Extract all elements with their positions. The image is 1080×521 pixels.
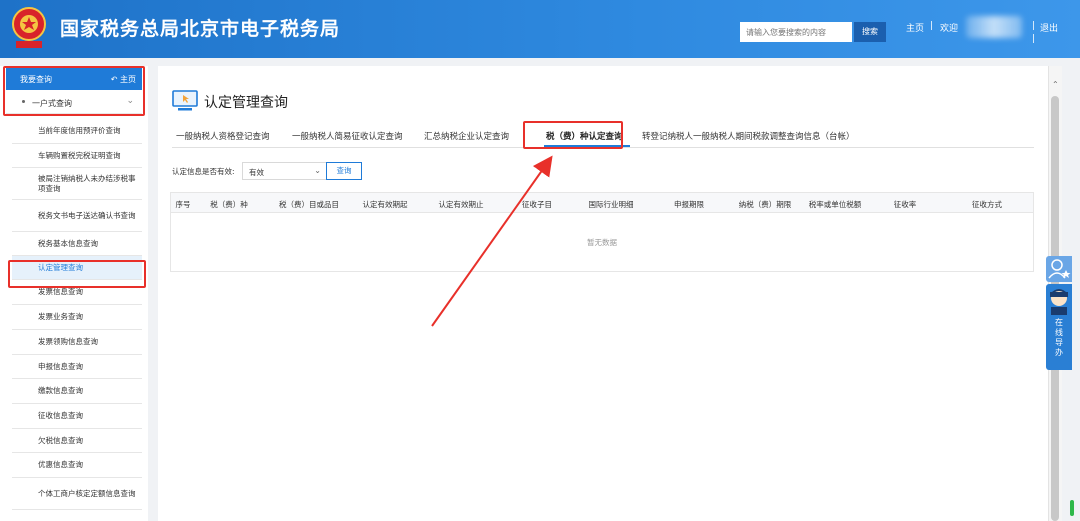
validity-filter-label: 认定信息是否有效: <box>172 167 235 176</box>
header-separator-2: | <box>1032 21 1036 31</box>
annotation-highlight-active-tab <box>523 121 623 149</box>
sidebar-item-payment-info[interactable]: 缴款信息查询 <box>12 379 142 404</box>
welcome-text: 欢迎 <box>940 24 959 34</box>
site-title: 国家税务总局北京市电子税务局 <box>60 18 341 40</box>
chevron-down-icon: ⌄ <box>314 166 321 175</box>
col-header-tax-rate: 税率或单位税额 <box>808 200 862 209</box>
search-input[interactable] <box>740 22 852 42</box>
validity-select[interactable]: 有效 ⌄ <box>242 162 328 180</box>
user-name-blurred <box>966 16 1022 38</box>
floating-assistant-panel: 在线导办 <box>1046 256 1072 370</box>
logout-link[interactable]: 退出 <box>1040 21 1058 34</box>
header-separator: | <box>930 21 934 31</box>
col-header-payment-period: 纳税（费）期限 <box>738 200 792 209</box>
sidebar-item-individual-business-quota[interactable]: 个体工商户核定定额信息查询 <box>12 478 142 510</box>
online-guide-label: 在线导办 <box>1055 318 1063 357</box>
col-header-tax-item: 税（费）目或品目 <box>279 200 339 209</box>
col-header-tax-type: 税（费）种 <box>210 200 248 209</box>
sidebar-item-deregistered-pending[interactable]: 被局注销纳税人未办结涉税事项查询 <box>12 168 142 200</box>
col-header-declaration-deadline: 申报期限 <box>674 200 704 209</box>
col-header-collection-subitem: 征收子目 <box>522 200 552 209</box>
user-icon <box>1048 259 1071 279</box>
sidebar-item-credit-evaluation[interactable]: 当前年度信用预评价查询 <box>12 118 142 144</box>
empty-state-text: 暂无数据 <box>587 238 617 247</box>
sidebar-item-arrears-info[interactable]: 欠税信息查询 <box>12 429 142 453</box>
sidebar-item-invoice-business[interactable]: 发票业务查询 <box>12 305 142 330</box>
tab-consolidated-enterprise[interactable]: 汇总纳税企业认定查询 <box>424 130 509 142</box>
main-panel: 认定管理查询 一般纳税人资格登记查询 一般纳税人简易征收认定查询 汇总纳税企业认… <box>158 66 1048 521</box>
col-header-collection-method: 征收方式 <box>972 200 1002 209</box>
sidebar-item-collection-info[interactable]: 征收信息查询 <box>12 404 142 429</box>
sidebar-menu: 当前年度信用预评价查询 车辆购置税完税证明查询 被局注销纳税人未办结涉税事项查询… <box>12 118 142 510</box>
header-separator-3: | <box>1032 34 1036 44</box>
tax-emblem-logo <box>12 7 46 48</box>
tab-simplified-collection[interactable]: 一般纳税人简易征收认定查询 <box>292 130 403 142</box>
table-header-row: 序号 税（费）种 税（费）目或品目 认定有效期起 认定有效期止 征收子目 国际行… <box>171 193 1033 213</box>
search-button[interactable]: 搜索 <box>854 22 886 42</box>
page-title: 认定管理查询 <box>204 95 288 111</box>
col-header-index: 序号 <box>175 200 191 209</box>
tab-general-taxpayer-registration[interactable]: 一般纳税人资格登记查询 <box>176 130 270 142</box>
tab-transfer-registration-adjustment[interactable]: 转登记纳税人一般纳税人期间税款调整查询信息（台帐） <box>642 130 855 142</box>
user-service-button[interactable] <box>1046 256 1072 282</box>
query-button[interactable]: 查询 <box>326 162 362 180</box>
assistant-avatar-icon <box>1050 289 1068 315</box>
sidebar-item-invoice-purchase[interactable]: 发票领购信息查询 <box>12 330 142 355</box>
col-header-industry-detail: 国际行业明细 <box>588 200 634 209</box>
annotation-highlight-active-menu <box>8 260 146 288</box>
sidebar: 我要查询 ↶ 主页 一户式查询 ⌄ 当前年度信用预评价查询 车辆购置税完税证明查… <box>0 66 148 521</box>
col-header-collection-rate: 征收率 <box>893 200 917 209</box>
online-guide-button[interactable]: 在线导办 <box>1046 284 1072 370</box>
col-header-valid-from: 认定有效期起 <box>362 200 408 209</box>
col-header-valid-to: 认定有效期止 <box>438 200 484 209</box>
sidebar-item-e-delivery-confirmation[interactable]: 税务文书电子送达确认书查询 <box>12 200 142 232</box>
monitor-icon <box>172 90 198 111</box>
sidebar-item-preferential-info[interactable]: 优惠信息查询 <box>12 453 142 478</box>
sidebar-item-declaration-info[interactable]: 申报信息查询 <box>12 355 142 379</box>
status-indicator-green <box>1070 500 1074 516</box>
top-header: 国家税务总局北京市电子税务局 搜索 主页 | 欢迎 | | 退出 <box>0 0 1080 58</box>
validity-select-value: 有效 <box>249 168 264 177</box>
home-link[interactable]: 主页 <box>906 21 924 34</box>
scroll-up-arrow-icon[interactable]: ⌃ <box>1052 80 1059 89</box>
sidebar-item-vehicle-tax-certificate[interactable]: 车辆购置税完税证明查询 <box>12 144 142 168</box>
annotation-highlight-sidebar-header <box>3 66 145 116</box>
sidebar-item-basic-tax-info[interactable]: 税务基本信息查询 <box>12 232 142 256</box>
result-table: 序号 税（费）种 税（费）目或品目 认定有效期起 认定有效期止 征收子目 国际行… <box>170 192 1034 272</box>
